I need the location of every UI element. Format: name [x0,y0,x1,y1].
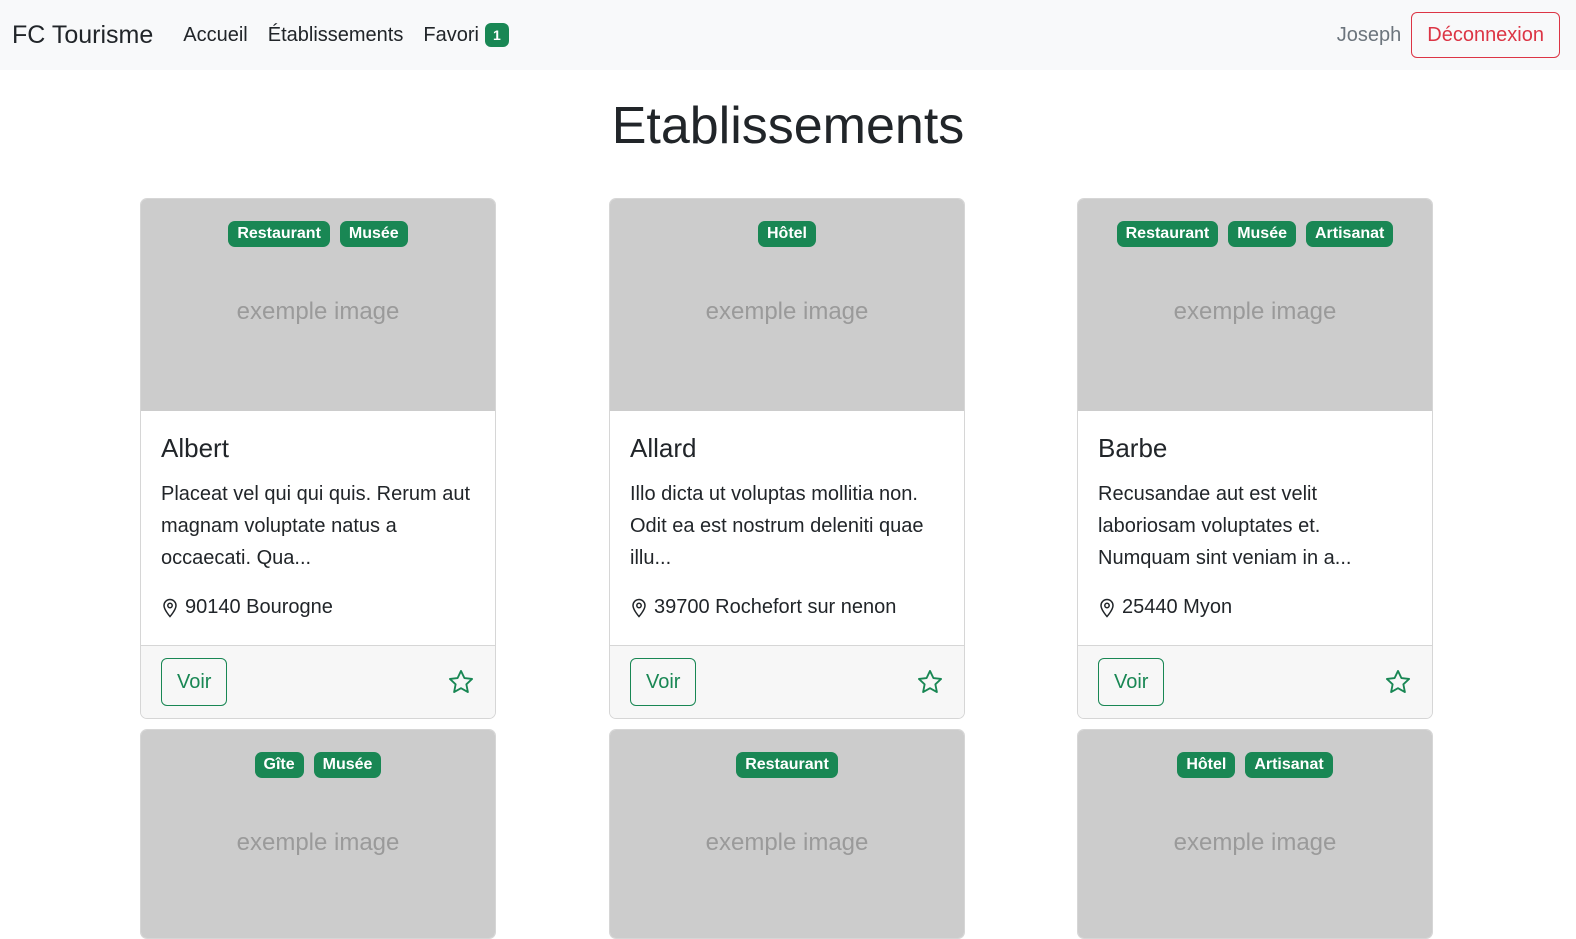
card-tags: Restaurant Musée [141,221,495,247]
location-pin-icon [632,598,646,618]
tag-badge: Hôtel [1177,752,1236,778]
card-description: Placeat vel qui qui quis. Rerum aut magn… [161,483,471,569]
tag-badge: Restaurant [228,221,330,247]
image-placeholder-text: exemple image [705,829,869,856]
brand-link[interactable]: FC Tourisme [12,21,153,50]
tag-badge: Restaurant [1116,221,1219,247]
nav-link-favori-label: Favori [423,23,479,46]
tag-badge: Artisanat [1306,221,1394,247]
card-title: Albert [161,433,229,463]
image-placeholder-text: exemple image [705,298,869,325]
tag-badge: Restaurant [736,752,838,778]
establishment-card: Hôtel Artisanat exemple image [1077,729,1433,939]
card-location-text: 25440 Myon [1122,596,1233,618]
card-image: Hôtel Artisanat exemple image [1078,730,1432,938]
card-tags: Hôtel Artisanat [1078,752,1432,778]
voir-button[interactable]: Voir [630,658,697,706]
card-image: Restaurant Musée Artisanat exemple image [1078,199,1432,411]
page-title: Etablissements [611,97,965,155]
image-placeholder-text: exemple image [236,829,400,856]
card-location-text: 90140 Bourogne [185,596,333,618]
card-body: Albert Placeat vel qui qui quis. Rerum a… [141,411,495,645]
logout-button[interactable]: Déconnexion [1411,12,1560,58]
image-placeholder-text: exemple image [1173,829,1337,856]
card-tags: Restaurant [610,752,964,778]
favorite-star-icon[interactable] [447,668,475,696]
card-tags: Restaurant Musée Artisanat [1078,221,1432,247]
establishment-card: Restaurant exemple image [609,729,965,939]
card-footer: Voir [141,645,495,718]
favorite-star-icon[interactable] [1384,668,1412,696]
favorite-star-icon[interactable] [916,668,944,696]
nav-link-accueil[interactable]: Accueil [183,24,247,47]
image-placeholder-text: exemple image [1173,298,1337,325]
card-footer: Voir [1078,645,1432,718]
nav-right: Joseph Déconnexion [1337,12,1560,58]
card-title: Allard [630,433,697,463]
location-pin-icon [1100,598,1114,618]
tag-badge: Musée [339,221,408,247]
card-title: Barbe [1098,433,1168,463]
card-description: Recusandae aut est velit laboriosam volu… [1098,483,1352,569]
card-image: Hôtel exemple image [610,199,964,411]
card-description: Illo dicta ut voluptas mollitia non. Odi… [630,483,924,569]
username: Joseph [1336,23,1402,46]
card-tags: Hôtel [610,221,964,247]
voir-button[interactable]: Voir [161,658,228,706]
tag-badge: Gîte [254,752,304,778]
navbar: FC Tourisme Accueil Établissements Favor… [0,0,1576,70]
card-location: 39700 Rochefort sur nenon [630,596,944,619]
card-body: Allard Illo dicta ut voluptas mollitia n… [610,411,964,645]
card-footer: Voir [610,645,964,718]
tag-badge: Musée [1228,221,1296,247]
nav-link-favori[interactable]: Favori 1 [423,23,509,47]
establishment-card: Gîte Musée exemple image [140,729,496,939]
card-image: Gîte Musée exemple image [141,730,495,938]
card-location: 25440 Myon [1098,596,1412,619]
image-placeholder-text: exemple image [236,298,400,325]
card-image: Restaurant Musée exemple image [141,199,495,411]
tag-badge: Artisanat [1245,752,1333,778]
card-location-text: 39700 Rochefort sur nenon [654,596,897,618]
establishment-card: Restaurant Musée exemple image Albert Pl… [140,198,496,719]
establishment-card: Restaurant Musée Artisanat exemple image… [1077,198,1433,719]
card-tags: Gîte Musée [141,752,495,778]
card-image: Restaurant exemple image [610,730,964,938]
establishment-card: Hôtel exemple image Allard Illo dicta ut… [609,198,965,719]
voir-button[interactable]: Voir [1098,658,1165,706]
nav-link-etablissements[interactable]: Établissements [268,24,404,47]
tag-badge: Musée [313,752,382,778]
card-body: Barbe Recusandae aut est velit laboriosa… [1078,411,1432,645]
card-location: 90140 Bourogne [161,596,475,619]
favori-count-badge: 1 [484,23,509,47]
tag-badge: Hôtel [758,221,816,247]
location-pin-icon [163,598,177,618]
